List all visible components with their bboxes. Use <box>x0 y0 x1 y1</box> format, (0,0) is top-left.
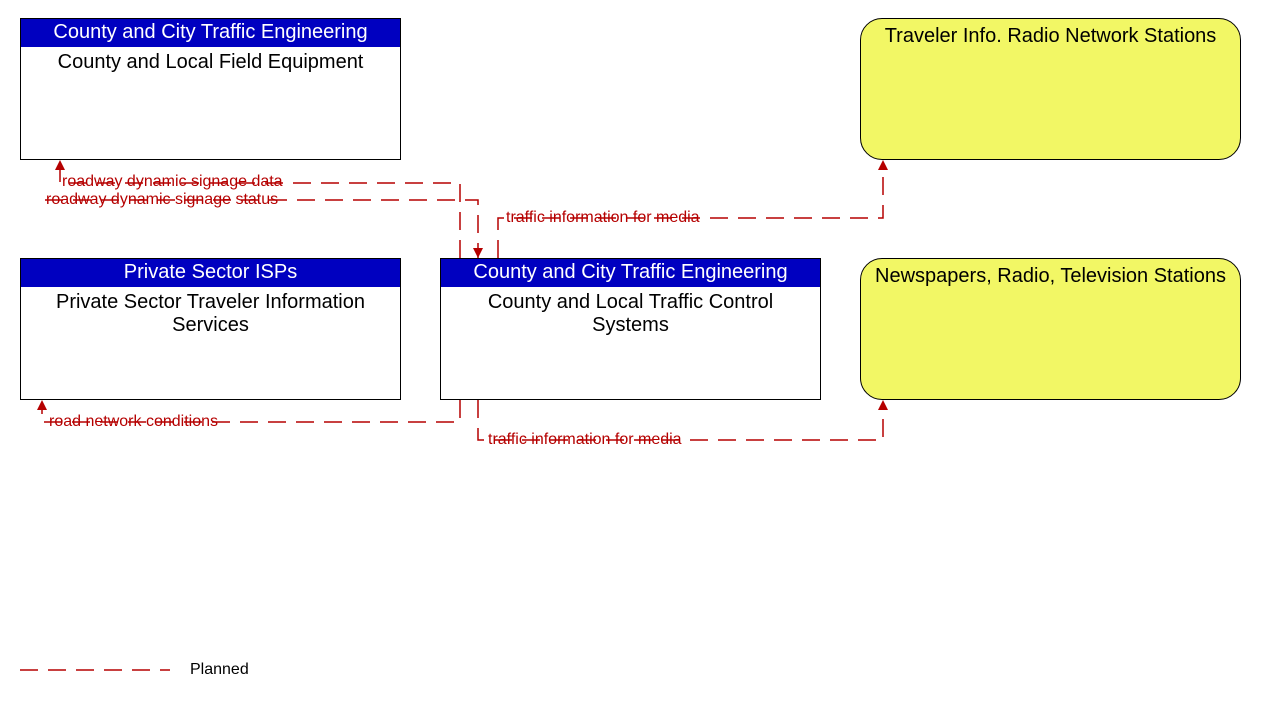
diagram-stage: County and City Traffic Engineering Coun… <box>0 0 1261 702</box>
label-signage-data: roadway dynamic signage data <box>62 173 283 191</box>
node-newspapers: Newspapers, Radio, Television Stations <box>860 258 1241 400</box>
node-field-equipment: County and City Traffic Engineering Coun… <box>20 18 401 160</box>
node-traffic-control: County and City Traffic Engineering Coun… <box>440 258 821 400</box>
arrowhead-road-conditions <box>37 400 47 410</box>
node-newspapers-body: Newspapers, Radio, Television Stations <box>861 265 1240 288</box>
node-radio-network-body: Traveler Info. Radio Network Stations <box>861 25 1240 48</box>
label-road-conditions: road network conditions <box>49 413 218 431</box>
node-private-isp-header: Private Sector ISPs <box>21 259 400 287</box>
node-radio-network: Traveler Info. Radio Network Stations <box>860 18 1241 160</box>
label-traffic-media-top: traffic information for media <box>506 209 700 227</box>
arrowhead-traffic-media-bottom <box>878 400 888 410</box>
label-traffic-media-bottom: traffic information for media <box>488 431 682 449</box>
arrowhead-traffic-media-top <box>878 160 888 170</box>
node-traffic-control-body: County and Local Traffic Control Systems <box>441 287 820 341</box>
node-traffic-control-header: County and City Traffic Engineering <box>441 259 820 287</box>
node-field-equipment-body: County and Local Field Equipment <box>21 47 400 78</box>
node-private-isp-body: Private Sector Traveler Information Serv… <box>21 287 400 341</box>
legend-planned: Planned <box>190 661 249 679</box>
node-field-equipment-header: County and City Traffic Engineering <box>21 19 400 47</box>
arrowhead-signage-status <box>473 248 483 258</box>
label-signage-status: roadway dynamic signage status <box>46 191 278 209</box>
node-private-isp: Private Sector ISPs Private Sector Trave… <box>20 258 401 400</box>
arrowhead-signage-data <box>55 160 65 170</box>
